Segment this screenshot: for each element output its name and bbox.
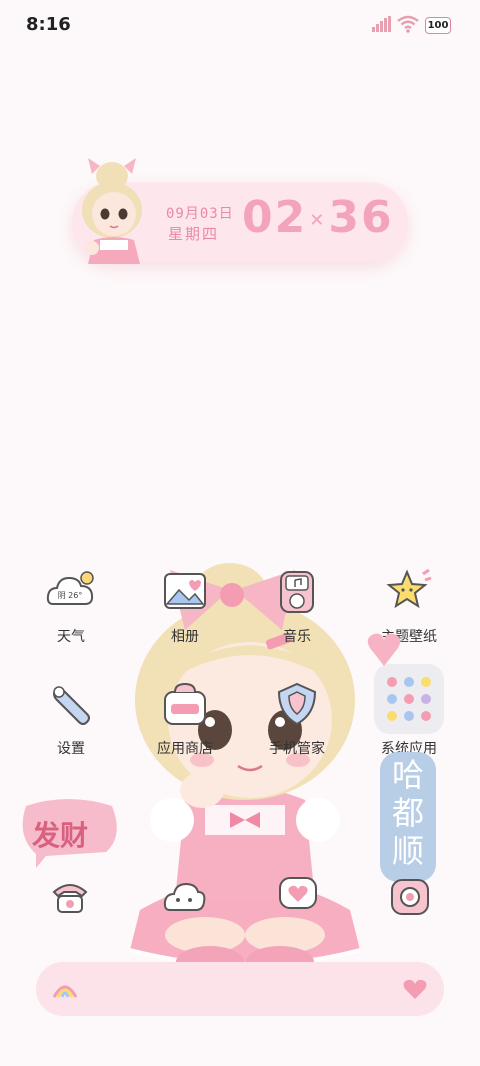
battery-indicator: 100: [425, 17, 451, 34]
ha-du-shun-sticker: 哈都顺: [380, 752, 436, 882]
heart-icon[interactable]: [402, 977, 428, 1001]
pink-heart-sticker-icon: [367, 633, 401, 666]
signal-icon: [372, 16, 391, 32]
app-store[interactable]: 应用商店: [140, 678, 230, 758]
photo-album-icon: [164, 573, 206, 609]
widget-date: 09月03日: [166, 206, 234, 222]
time-separator: ✕: [309, 209, 327, 231]
fa-cai-sticker: 发财: [16, 796, 120, 868]
telephone-icon[interactable]: [48, 874, 92, 916]
rainbow-icon[interactable]: [52, 977, 78, 1001]
fa-cai-text: 发财: [32, 819, 89, 852]
app-album[interactable]: 相册: [140, 566, 230, 646]
app-label-settings: 设置: [57, 741, 85, 757]
app-settings[interactable]: 设置: [26, 678, 116, 758]
wifi-icon: [397, 15, 419, 33]
status-bar: 8:16 100: [0, 0, 480, 50]
app-music[interactable]: 音乐: [252, 566, 342, 646]
app-folder-icon: [374, 664, 444, 734]
app-label-store: 应用商店: [157, 741, 213, 757]
heart-message-icon[interactable]: [276, 872, 320, 916]
camera-icon[interactable]: [388, 872, 432, 918]
dock-bar: [36, 962, 444, 1016]
status-time: 8:16: [26, 14, 71, 35]
app-weather[interactable]: 阴 26° 天气: [26, 566, 116, 646]
app-label-album: 相册: [171, 629, 199, 645]
widget-time: 02 ✕36: [242, 192, 394, 243]
widget-minutes: 36: [328, 192, 394, 243]
ha-du-shun-text: 哈都顺: [391, 756, 424, 870]
shield-manager-icon: [277, 682, 317, 726]
weather-badge: 阴 26°: [58, 591, 83, 600]
widget-weekday: 星期四: [168, 225, 220, 243]
app-label-music: 音乐: [283, 629, 311, 645]
weather-cloud-icon: 阴 26°: [46, 571, 94, 605]
app-folder-system[interactable]: 系统应用: [364, 664, 454, 758]
star-theme-icon: [386, 568, 432, 609]
app-label-weather: 天气: [57, 629, 85, 645]
wrench-settings-icon: [53, 686, 90, 725]
widget-hours: 02: [242, 192, 308, 243]
store-bag-icon: [164, 682, 206, 725]
music-player-icon: [280, 571, 314, 613]
doll-avatar-icon: [82, 158, 142, 264]
app-manager[interactable]: 手机管家: [252, 678, 342, 758]
cloud-chat-icon[interactable]: [162, 876, 206, 918]
app-label-manager: 手机管家: [269, 741, 325, 757]
